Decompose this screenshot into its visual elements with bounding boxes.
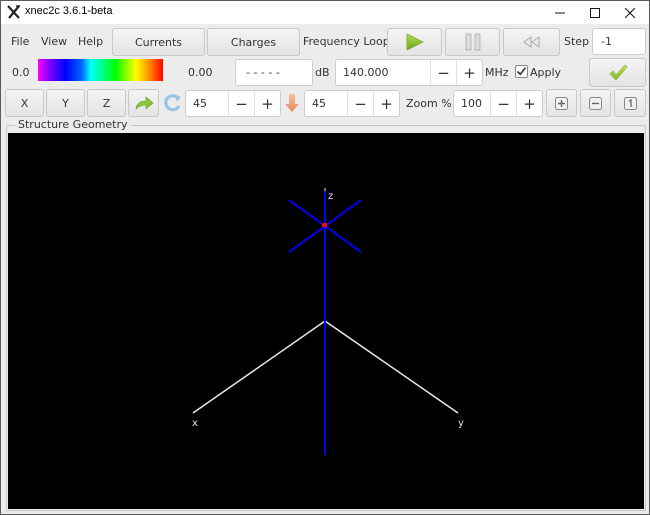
frequency-value[interactable]: 140.000 (336, 60, 430, 85)
zoom-label: Zoom % (406, 97, 452, 110)
minimize-button[interactable] (543, 1, 577, 24)
gain-unit-label: dB (315, 66, 330, 79)
minimize-icon (555, 12, 565, 13)
checkmark-icon (516, 67, 527, 76)
rotate-increment-button[interactable]: + (254, 91, 280, 116)
incline-arrow-icon (285, 94, 299, 112)
x-axis-label: x (192, 418, 198, 429)
start-loop-button[interactable] (387, 28, 442, 56)
zoom-increment-button[interactable]: + (516, 91, 542, 116)
charges-button[interactable]: Charges (207, 28, 300, 56)
structure-drawing-area[interactable]: x y z (8, 133, 644, 509)
zoom-spinbox[interactable]: 100 − + (453, 90, 543, 117)
frequency-spinbox[interactable]: 140.000 − + (335, 59, 483, 86)
apply-label: Apply (530, 66, 562, 79)
redo-arrow-icon (135, 96, 153, 110)
zoom-value[interactable]: 100 (454, 91, 490, 116)
y-axis-line (324, 320, 459, 414)
apply-checkbox[interactable] (515, 65, 528, 78)
excitation-source-marker (322, 223, 327, 227)
charges-label: Charges (230, 35, 277, 49)
rotate-icon (164, 94, 181, 112)
maximize-button[interactable] (578, 1, 612, 24)
color-scale-bar (38, 59, 163, 81)
menu-view[interactable]: View (41, 35, 67, 48)
view-y-label: Y (62, 96, 69, 110)
maximize-icon (590, 7, 600, 18)
rotate-spinbox[interactable]: 45 − + (185, 90, 281, 117)
rewind-icon (522, 36, 539, 48)
xnec2c-logo-icon (7, 5, 20, 19)
incline-decrement-button[interactable]: − (347, 91, 373, 116)
menu-help[interactable]: Help (78, 35, 103, 48)
incline-increment-button[interactable]: + (373, 91, 399, 116)
view-z-label: Z (102, 96, 111, 110)
currents-button[interactable]: Currents (112, 28, 205, 56)
view-z-button[interactable]: Z (87, 89, 126, 117)
view-x-button[interactable]: X (5, 89, 44, 117)
play-icon (406, 33, 424, 51)
close-icon (625, 7, 635, 18)
pause-loop-button[interactable] (445, 28, 500, 56)
currents-label: Currents (134, 35, 183, 49)
default-view-button[interactable] (128, 89, 159, 117)
zoom-out-icon (589, 96, 602, 110)
incline-value[interactable]: 45 (305, 91, 347, 116)
zoom-in-button[interactable] (546, 89, 577, 117)
frequency-increment-button[interactable]: + (456, 60, 482, 85)
pause-icon (465, 33, 480, 51)
view-y-button[interactable]: Y (46, 89, 85, 117)
window-title: xnec2c 3.6.1-beta (25, 5, 113, 17)
step-value: -1 (601, 35, 612, 48)
step-input[interactable]: -1 (592, 28, 646, 55)
structure-geometry-label: Structure Geometry (15, 118, 131, 131)
reset-loop-button[interactable] (503, 28, 560, 56)
close-button[interactable] (613, 1, 647, 24)
rotate-decrement-button[interactable]: − (228, 91, 254, 116)
frequency-decrement-button[interactable]: − (430, 60, 456, 85)
zoom-reset-button[interactable] (614, 89, 646, 117)
step-label: Step (564, 35, 590, 48)
menu-file[interactable]: File (11, 35, 29, 48)
scale-max-label: 0.00 (188, 66, 213, 79)
frequency-unit-label: MHz (485, 66, 509, 79)
gain-display: - - - - - (235, 59, 313, 86)
z-axis-label: z (328, 191, 333, 202)
apply-frequency-button[interactable] (589, 58, 646, 87)
gain-value: - - - - - (246, 66, 280, 79)
scale-min-label: 0.0 (12, 66, 30, 79)
view-x-label: X (20, 96, 29, 110)
zoom-one-icon (623, 96, 637, 110)
frequency-loop-label: Frequency Loop (303, 35, 390, 48)
zoom-out-button[interactable] (580, 89, 611, 117)
rotate-value[interactable]: 45 (186, 91, 228, 116)
zoom-decrement-button[interactable]: − (490, 91, 516, 116)
incline-spinbox[interactable]: 45 − + (304, 90, 400, 117)
title-bar: xnec2c 3.6.1-beta (1, 1, 649, 24)
confirm-check-icon (609, 64, 627, 80)
x-axis-line (192, 320, 326, 414)
zoom-in-icon (555, 96, 568, 110)
y-axis-label: y (458, 418, 464, 429)
app-window: xnec2c 3.6.1-beta File View Help Current… (0, 0, 650, 515)
